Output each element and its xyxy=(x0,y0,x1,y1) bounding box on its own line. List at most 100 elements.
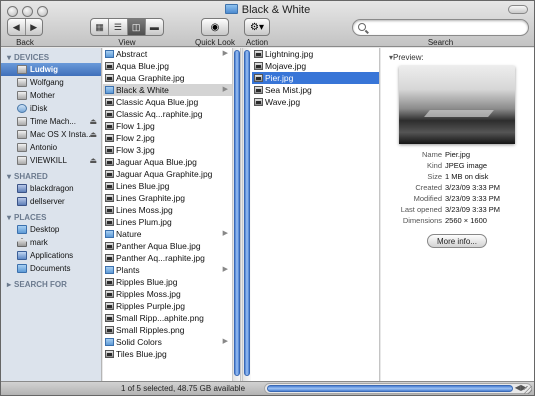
search-icon xyxy=(358,23,366,31)
file-row[interactable]: Jaguar Aqua Graphite.jpg xyxy=(103,168,232,180)
eject-icon[interactable]: ⏏ xyxy=(89,128,97,141)
sidebar-item-ludwig[interactable]: Ludwig xyxy=(1,63,101,76)
eject-icon[interactable]: ⏏ xyxy=(89,115,97,128)
sidebar-item-label: Time Mach... xyxy=(30,117,76,126)
file-row[interactable]: Small Ripp...aphite.png xyxy=(103,312,232,324)
file-row[interactable]: Lines Moss.jpg xyxy=(103,204,232,216)
file-row[interactable]: Flow 2.jpg xyxy=(103,132,232,144)
sidebar-item-applications[interactable]: Applications xyxy=(1,249,101,262)
sidebar-item-antonio[interactable]: Antonio xyxy=(1,141,101,154)
folder-icon xyxy=(224,4,238,14)
column-1-scrollbar[interactable] xyxy=(232,48,240,381)
folder-row[interactable]: Nature ▶ xyxy=(103,228,232,240)
info-value: JPEG image xyxy=(445,161,488,170)
more-info-button[interactable]: More info... xyxy=(427,234,487,248)
hard-disk-icon xyxy=(17,143,27,152)
file-row[interactable]: Small Ripples.png xyxy=(103,324,232,336)
action-button[interactable]: ⚙▾ xyxy=(244,18,270,36)
file-row[interactable]: Lines Plum.jpg xyxy=(103,216,232,228)
coverflow-view-button[interactable]: ▬ xyxy=(146,19,163,35)
item-label: Aqua Graphite.jpg xyxy=(116,73,185,83)
image-file-icon xyxy=(105,242,114,250)
file-row[interactable]: Jaguar Aqua Blue.jpg xyxy=(103,156,232,168)
sidebar-section-devices[interactable]: DEVICES xyxy=(1,48,101,63)
file-row[interactable]: Lightning.jpg xyxy=(252,48,379,60)
file-row[interactable]: Classic Aqua Blue.jpg xyxy=(103,96,232,108)
item-label: Mojave.jpg xyxy=(265,61,307,71)
sidebar-section-places[interactable]: PLACES xyxy=(1,208,101,223)
forward-button[interactable]: ▶ xyxy=(26,19,43,35)
sidebar-item-viewkill[interactable]: VIEWKILL ⏏ xyxy=(1,154,101,167)
item-label: Lines Plum.jpg xyxy=(116,217,172,227)
column-2-scroll-thumb[interactable] xyxy=(244,50,250,376)
info-value: Pier.jpg xyxy=(445,150,471,159)
hard-disk-icon xyxy=(17,156,27,165)
file-row[interactable]: Pier.jpg xyxy=(252,72,379,84)
item-label: Tiles Blue.jpg xyxy=(116,349,167,359)
list-view-button[interactable]: ☰ xyxy=(109,19,128,35)
quick-look-button[interactable]: ◉ xyxy=(201,18,229,36)
file-row[interactable]: Mojave.jpg xyxy=(252,60,379,72)
column-1-list: Abstract ▶ Aqua Blue.jpg Aqua Graphite.jpg B… xyxy=(103,48,232,360)
hard-disk-icon xyxy=(17,91,27,100)
sidebar-section-search-for[interactable]: SEARCH FOR xyxy=(1,275,101,290)
file-row[interactable]: Panther Aq...raphite.jpg xyxy=(103,252,232,264)
resize-grip-icon[interactable] xyxy=(524,386,532,394)
file-row[interactable]: Flow 3.jpg xyxy=(103,144,232,156)
horizontal-scroll-thumb[interactable] xyxy=(267,385,513,392)
file-row[interactable]: Classic Aq...raphite.jpg xyxy=(103,108,232,120)
status-bar: 1 of 5 selected, 48.75 GB available ◀▶ xyxy=(1,381,534,395)
sidebar-item-dellserver[interactable]: dellserver xyxy=(1,195,101,208)
applications-icon xyxy=(17,251,27,260)
sidebar-item-desktop[interactable]: Desktop xyxy=(1,223,101,236)
file-row[interactable]: Ripples Moss.jpg xyxy=(103,288,232,300)
file-row[interactable]: Ripples Purple.jpg xyxy=(103,300,232,312)
file-row[interactable]: Lines Graphite.jpg xyxy=(103,192,232,204)
toolbar-toggle-button[interactable] xyxy=(508,5,528,14)
file-row[interactable]: Aqua Blue.jpg xyxy=(103,60,232,72)
sidebar-section-shared[interactable]: SHARED xyxy=(1,167,101,182)
column-view-icon: ◫ xyxy=(131,21,141,32)
eject-icon[interactable]: ⏏ xyxy=(89,154,97,167)
horizontal-scrollbar[interactable]: ◀▶ xyxy=(264,383,532,394)
folder-row[interactable]: Solid Colors ▶ xyxy=(103,336,232,348)
sidebar-item-idisk[interactable]: iDisk xyxy=(1,102,101,115)
item-label: Solid Colors xyxy=(116,337,162,347)
folder-row[interactable]: Black & White ▶ xyxy=(103,84,232,96)
column-2-scrollbar[interactable] xyxy=(242,48,251,381)
right-arrow-icon: ▶ xyxy=(30,21,38,32)
file-row[interactable]: Ripples Blue.jpg xyxy=(103,276,232,288)
folder-row[interactable]: Plants ▶ xyxy=(103,264,232,276)
item-label: Pier.jpg xyxy=(265,73,294,83)
sidebar-item-documents[interactable]: Documents xyxy=(1,262,101,275)
sidebar-item-time-machine[interactable]: Time Mach... ⏏ xyxy=(1,115,101,128)
item-label: Classic Aqua Blue.jpg xyxy=(116,97,199,107)
file-row[interactable]: Flow 1.jpg xyxy=(103,120,232,132)
file-row[interactable]: Wave.jpg xyxy=(252,96,379,108)
search-input[interactable] xyxy=(371,21,521,34)
info-key: Name xyxy=(421,150,442,159)
image-file-icon xyxy=(105,74,114,82)
file-row[interactable]: Tiles Blue.jpg xyxy=(103,348,232,360)
sidebar-item-blackdragon[interactable]: blackdragon xyxy=(1,182,101,195)
file-row[interactable]: Lines Blue.jpg xyxy=(103,180,232,192)
folder-row[interactable]: Abstract ▶ xyxy=(103,48,232,60)
search-field[interactable] xyxy=(352,19,529,36)
image-file-icon xyxy=(105,110,114,118)
info-row: Dimensions 2560 × 1600 xyxy=(381,215,534,226)
preview-pane: Preview: NamePier.jpgKindJPEG imageSize1… xyxy=(381,48,534,381)
file-row[interactable]: Sea Mist.jpg xyxy=(252,84,379,96)
file-row[interactable]: Panther Aqua Blue.jpg xyxy=(103,240,232,252)
file-row[interactable]: Aqua Graphite.jpg xyxy=(103,72,232,84)
item-label: Abstract xyxy=(116,49,148,59)
column-view-button[interactable]: ◫ xyxy=(127,19,146,35)
sidebar-item-mark[interactable]: mark xyxy=(1,236,101,249)
search-label: Search xyxy=(427,38,454,47)
image-file-icon xyxy=(105,218,114,226)
icon-view-button[interactable]: ▦ xyxy=(91,19,110,35)
back-button[interactable]: ◀ xyxy=(8,19,26,35)
column-1-scroll-thumb[interactable] xyxy=(234,50,240,376)
sidebar-item-wolfgang[interactable]: Wolfgang xyxy=(1,76,101,89)
sidebar-item-mother[interactable]: Mother xyxy=(1,89,101,102)
sidebar-item-mac-os-x-install[interactable]: Mac OS X Insta... ⏏ xyxy=(1,128,101,141)
